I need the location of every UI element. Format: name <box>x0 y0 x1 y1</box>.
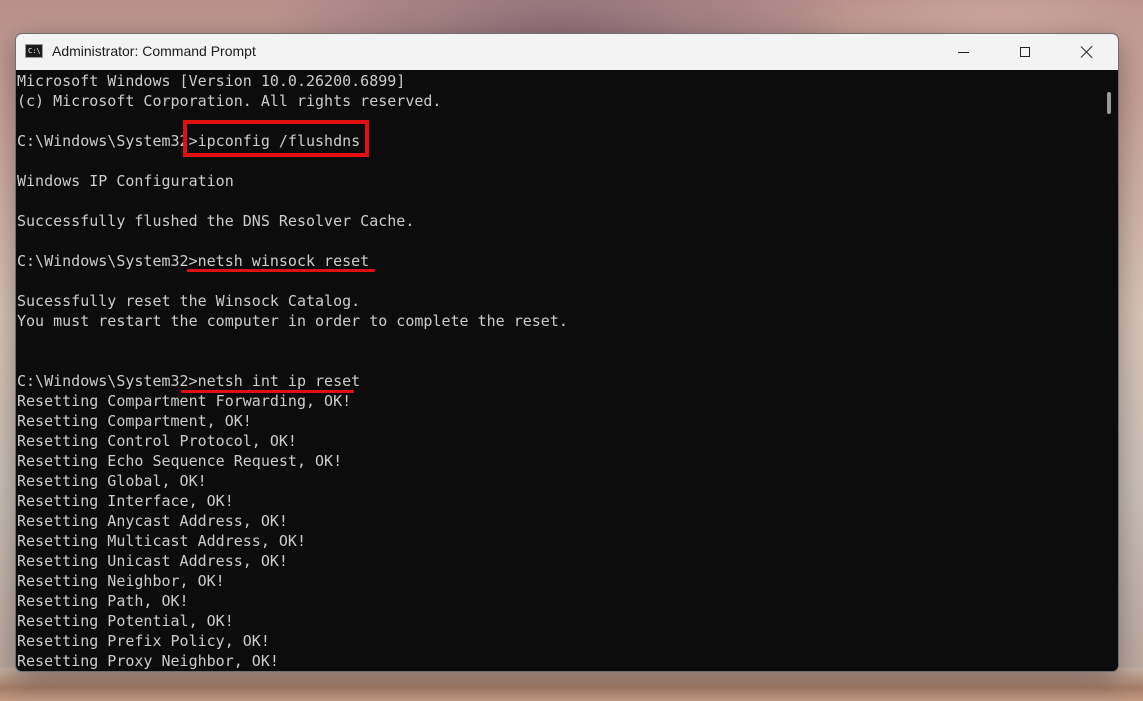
minimize-button[interactable] <box>940 34 986 70</box>
console-line: Resetting Unicast Address, OK! <box>17 552 288 570</box>
console-line: Sucessfully reset the Winsock Catalog. <box>17 292 361 310</box>
console-output[interactable]: Microsoft Windows [Version 10.0.26200.68… <box>16 70 1103 671</box>
desktop-wallpaper <box>0 668 1143 701</box>
vertical-scrollbar[interactable] <box>1102 70 1118 671</box>
command-line-flushdns: C:\Windows\System32>ipconfig /flushdns <box>17 132 361 150</box>
console-line: Windows IP Configuration <box>17 172 234 190</box>
console-line: Resetting Interface, OK! <box>17 492 234 510</box>
console-line: Resetting Multicast Address, OK! <box>17 532 306 550</box>
console-line: Resetting Global, OK! <box>17 472 207 490</box>
close-icon <box>1080 45 1094 59</box>
console-line: Resetting Proxy Neighbor, OK! <box>17 652 279 670</box>
title-bar[interactable]: C:\ Administrator: Command Prompt <box>16 34 1118 70</box>
close-button[interactable] <box>1064 34 1110 70</box>
highlight-box-flushdns <box>183 120 369 157</box>
console-line: Resetting Path, OK! <box>17 592 189 610</box>
console-line: Resetting Potential, OK! <box>17 612 234 630</box>
console-line: Resetting Compartment, OK! <box>17 412 252 430</box>
cmd-icon: C:\ <box>25 44 43 58</box>
console-line: Successfully flushed the DNS Resolver Ca… <box>17 212 415 230</box>
scrollbar-thumb[interactable] <box>1107 92 1111 114</box>
console-line: Microsoft Windows [Version 10.0.26200.68… <box>17 72 406 90</box>
command-line-winsock-reset: C:\Windows\System32>netsh winsock reset <box>17 252 370 270</box>
console-line: Resetting Anycast Address, OK! <box>17 512 288 530</box>
maximize-button[interactable] <box>1002 34 1048 70</box>
console-line: Resetting Prefix Policy, OK! <box>17 632 270 650</box>
maximize-icon <box>1020 47 1030 57</box>
underline-int-ip-reset <box>181 390 354 393</box>
window-title: Administrator: Command Prompt <box>52 43 256 59</box>
console-line: Resetting Echo Sequence Request, OK! <box>17 452 343 470</box>
console-line: Resetting Compartment Forwarding, OK! <box>17 392 352 410</box>
underline-winsock-reset <box>187 269 375 272</box>
console-line: Resetting Control Protocol, OK! <box>17 432 297 450</box>
console-line: Resetting Neighbor, OK! <box>17 572 225 590</box>
console-line: You must restart the computer in order t… <box>17 312 568 330</box>
console-line: (c) Microsoft Corporation. All rights re… <box>17 92 442 110</box>
command-prompt-window: C:\ Administrator: Command Prompt Micros… <box>15 33 1119 672</box>
command-line-int-ip-reset: C:\Windows\System32>netsh int ip reset <box>17 372 361 390</box>
minimize-icon <box>957 51 969 53</box>
